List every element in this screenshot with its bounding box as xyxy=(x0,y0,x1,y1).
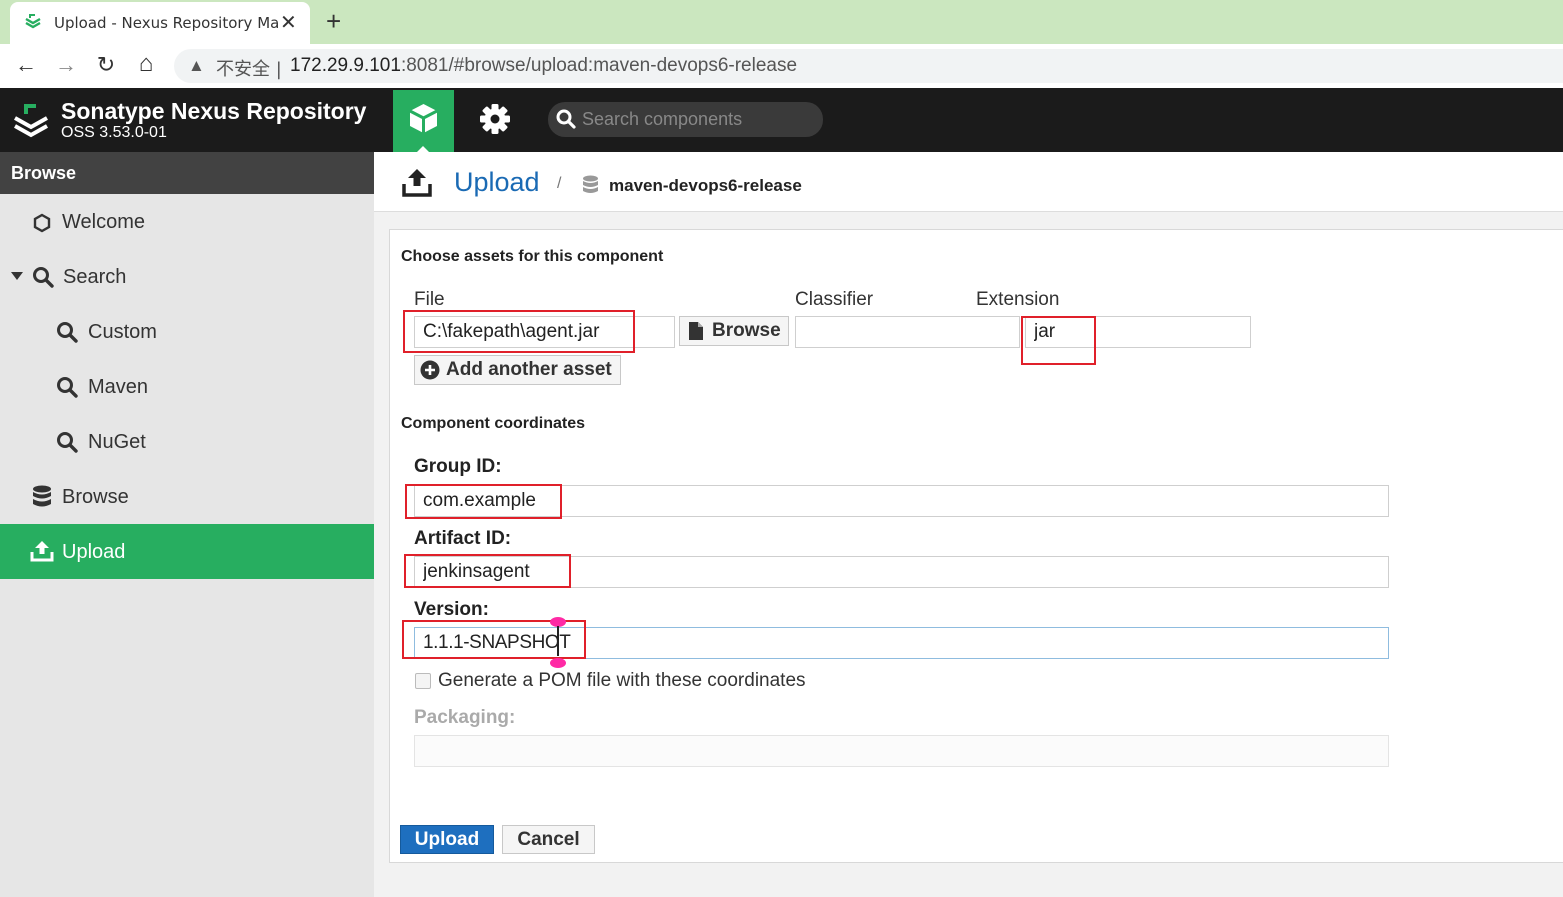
plus-circle-icon xyxy=(420,360,440,380)
sidebar-item-label: Browse xyxy=(62,486,129,508)
sidebar-item-search[interactable]: Search xyxy=(0,249,374,304)
browse-file-label: Browse xyxy=(712,320,781,341)
generate-pom-label[interactable]: Generate a POM file with these coordinat… xyxy=(438,670,806,692)
tab-close-icon[interactable]: ✕ xyxy=(280,10,297,35)
url-text[interactable]: 172.29.9.101:8081/#browse/upload:maven-d… xyxy=(290,55,797,77)
sidebar-item-welcome[interactable]: Welcome xyxy=(0,194,374,249)
sidebar-heading: Browse xyxy=(11,163,77,183)
upload-button[interactable]: Upload xyxy=(400,825,494,854)
forward-icon[interactable]: → xyxy=(52,52,80,78)
browse-mode-button[interactable] xyxy=(393,90,454,152)
assets-heading: Choose assets for this component xyxy=(401,248,664,265)
sidebar-item-label: Upload xyxy=(62,541,126,563)
sidebar-item-label: NuGet xyxy=(88,431,146,453)
sidebar-item-maven[interactable]: Maven xyxy=(0,359,374,414)
sidebar-item-custom[interactable]: Custom xyxy=(0,304,374,359)
breadcrumb-repository: maven-devops6-release xyxy=(609,176,802,195)
breadcrumb xyxy=(374,152,1563,212)
app-title[interactable]: Sonatype Nexus Repository xyxy=(61,98,366,125)
group-id-label: Group ID: xyxy=(414,456,502,477)
version-label: Version: xyxy=(414,599,489,620)
text-cursor xyxy=(557,626,559,656)
add-another-asset-button[interactable]: Add another asset xyxy=(414,355,621,385)
packaging-label: Packaging: xyxy=(414,707,516,728)
search-icon xyxy=(57,432,78,453)
home-icon[interactable]: ⌂ xyxy=(132,50,160,78)
sidebar-item-upload[interactable]: Upload xyxy=(0,524,374,579)
sidebar-item-nuget[interactable]: NuGet xyxy=(0,414,374,469)
sidebar-item-browse[interactable]: Browse xyxy=(0,469,374,524)
reload-icon[interactable]: ↻ xyxy=(92,52,120,78)
nexus-favicon-icon xyxy=(25,14,41,29)
coordinates-heading: Component coordinates xyxy=(401,415,586,432)
new-tab-icon[interactable]: + xyxy=(326,6,341,37)
database-icon xyxy=(583,175,598,193)
insecure-label[interactable]: 不安全 | xyxy=(216,55,282,81)
database-icon xyxy=(33,485,51,507)
sidebar-item-label: Welcome xyxy=(62,211,145,233)
annotation-box-artifact-id xyxy=(404,554,571,588)
url-path: :8081/#browse/upload:maven-devops6-relea… xyxy=(400,55,798,76)
packaging-input[interactable] xyxy=(414,735,1389,767)
cube-icon xyxy=(409,104,438,133)
back-icon[interactable]: ← xyxy=(12,52,40,78)
warning-icon[interactable]: ▲ xyxy=(188,56,205,76)
url-host: 172.29.9.101 xyxy=(290,55,401,76)
sidebar-item-label: Maven xyxy=(88,376,149,398)
sidebar-item-label: Search xyxy=(63,266,127,288)
search-icon xyxy=(33,267,54,288)
upload-icon xyxy=(30,541,54,562)
expand-caret-icon[interactable] xyxy=(11,272,23,280)
annotation-box-extension xyxy=(1021,316,1096,365)
cancel-button[interactable]: Cancel xyxy=(502,825,595,854)
search-icon xyxy=(57,377,78,398)
search-components-input[interactable] xyxy=(582,108,812,130)
add-asset-label: Add another asset xyxy=(446,359,612,380)
app-version: OSS 3.53.0-01 xyxy=(61,124,167,141)
browse-file-button[interactable]: Browse xyxy=(679,316,789,346)
extension-label: Extension xyxy=(976,289,1060,310)
tab-title: Upload - Nexus Repository Ma xyxy=(54,14,280,32)
nexus-logo-icon[interactable] xyxy=(12,100,50,140)
artifact-id-label: Artifact ID: xyxy=(414,528,512,549)
page-title[interactable]: Upload xyxy=(454,167,540,198)
file-label: File xyxy=(414,289,445,310)
annotation-box-group-id xyxy=(405,484,562,519)
generate-pom-checkbox[interactable] xyxy=(415,673,431,689)
classifier-label: Classifier xyxy=(795,289,874,310)
search-icon xyxy=(57,322,78,343)
gear-icon[interactable] xyxy=(478,102,512,136)
hexagon-icon xyxy=(33,213,51,233)
upload-icon xyxy=(402,169,432,197)
annotation-box-file xyxy=(403,310,635,353)
file-icon xyxy=(689,322,703,340)
browser-tab[interactable]: Upload - Nexus Repository Ma ✕ xyxy=(10,2,310,44)
classifier-input[interactable] xyxy=(795,316,1020,348)
selection-handle-bottom[interactable] xyxy=(550,658,566,668)
breadcrumb-separator: / xyxy=(557,175,562,192)
sidebar-item-label: Custom xyxy=(88,321,157,343)
search-icon xyxy=(556,109,576,129)
